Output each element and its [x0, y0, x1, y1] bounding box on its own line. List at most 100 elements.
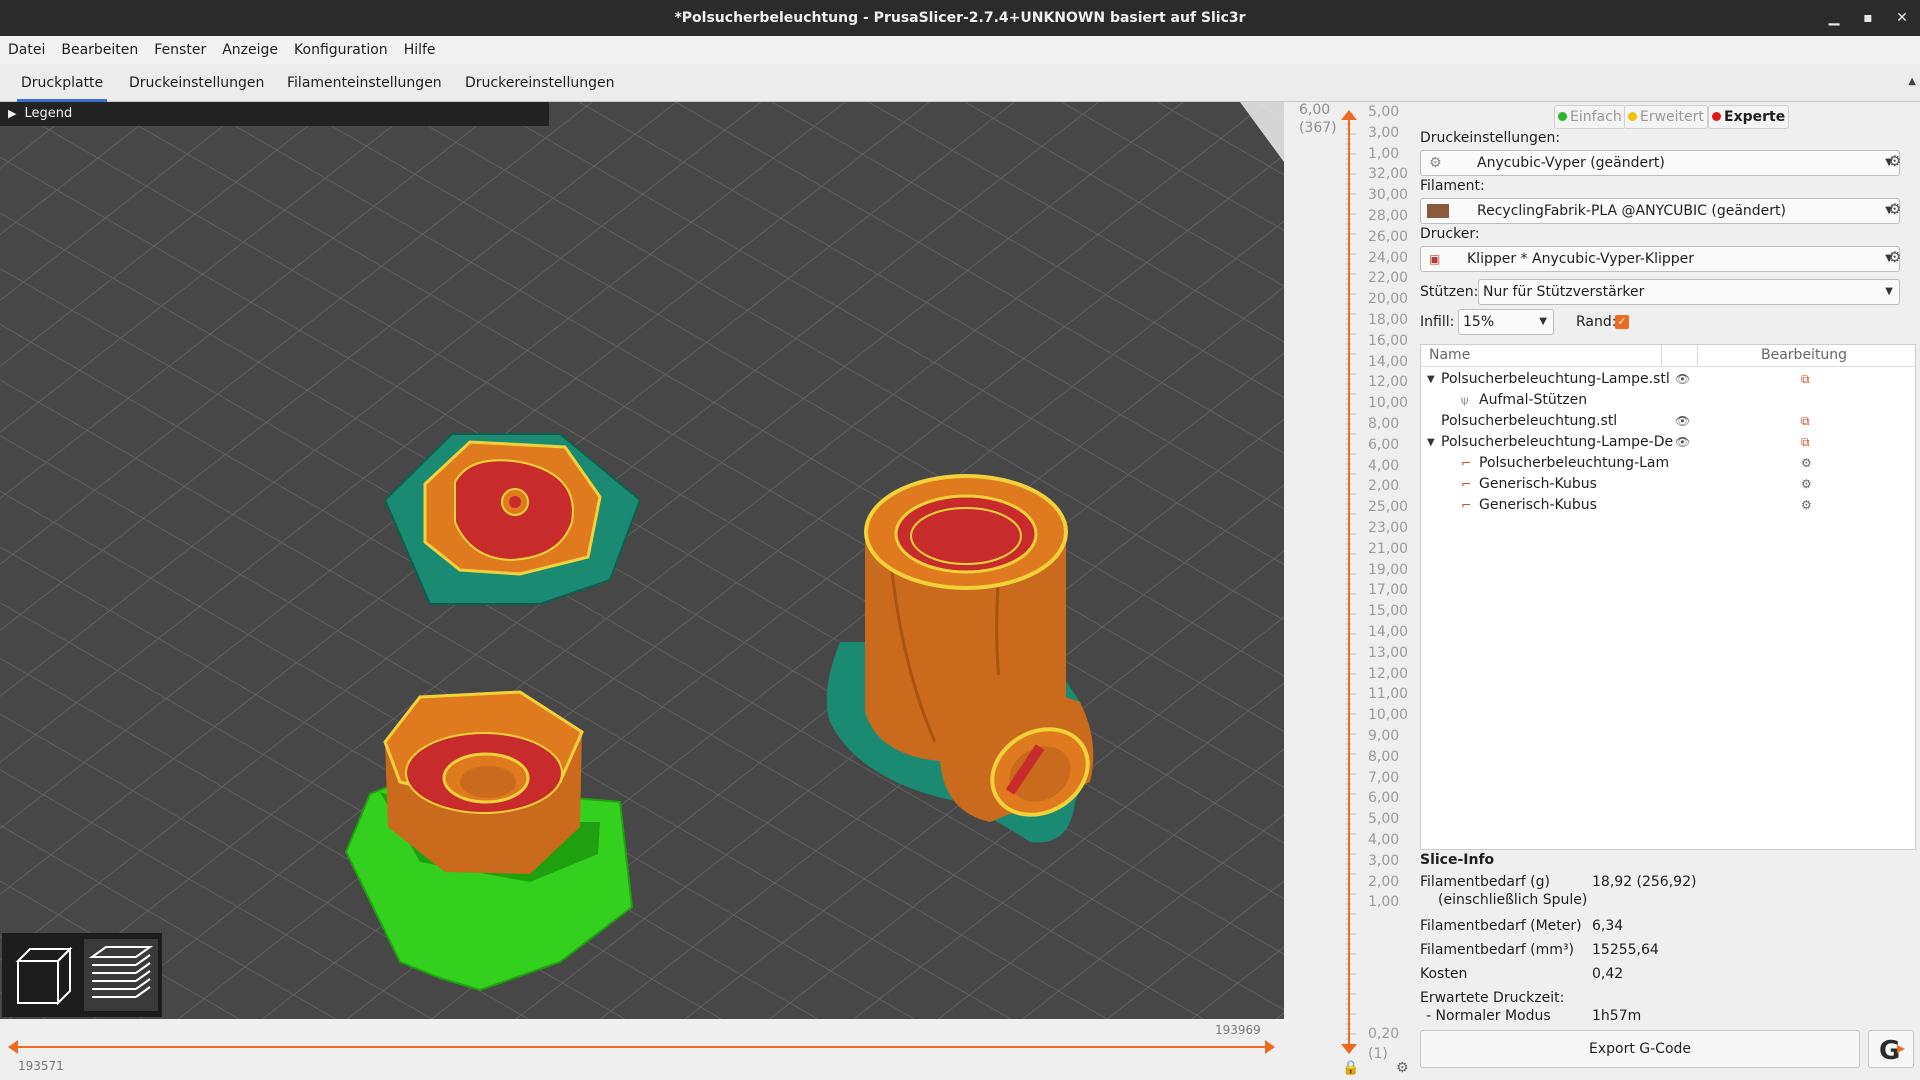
layer-tick-label: 6,00: [1368, 790, 1400, 807]
layer-top-thumb[interactable]: [1341, 110, 1357, 120]
normal-mode-value: 1h57m: [1592, 1008, 1642, 1024]
list-item[interactable]: ⌐ Generisch-Kubus ⚙: [1421, 495, 1915, 516]
tab-druckplatte[interactable]: Druckplatte: [17, 64, 108, 102]
mode-expert-button[interactable]: Experte: [1708, 105, 1790, 129]
eye-icon[interactable]: 👁: [1675, 411, 1690, 432]
object-settings-icon[interactable]: ⧉: [1801, 369, 1810, 390]
object-settings-icon[interactable]: ⧉: [1801, 411, 1810, 432]
printer-select[interactable]: ▣ Klipper * Anycubic-Vyper-Klipper ▼: [1420, 246, 1900, 272]
legend-toggle[interactable]: ▶ Legend: [0, 102, 549, 126]
filament-weight-note: (einschließlich Spule): [1438, 892, 1588, 908]
filament-label: Filament:: [1420, 178, 1485, 194]
export-gcode-button[interactable]: Export G-Code: [1420, 1030, 1860, 1068]
filament-volume-label: Filamentbedarf (mm³): [1420, 942, 1574, 958]
window-title: *Polsucherbeleuchtung - PrusaSlicer-2.7.…: [674, 10, 1246, 26]
tab-druckeinstellungen[interactable]: Druckeinstellungen: [125, 64, 268, 102]
part-icon: ⌐: [1461, 498, 1472, 512]
mode-simple-button[interactable]: Einfach: [1554, 105, 1626, 129]
layer-slider-track[interactable]: [1348, 114, 1350, 1044]
mode-advanced-button[interactable]: Erweitert: [1624, 105, 1708, 129]
layer-top-number: (367): [1299, 120, 1337, 136]
menu-anzeige[interactable]: Anzeige: [214, 36, 286, 64]
tab-filamenteinstellungen[interactable]: Filamenteinstellungen: [283, 64, 446, 102]
list-item[interactable]: Polsucherbeleuchtung.stl 👁 ⧉: [1421, 411, 1915, 432]
tab-druckereinstellungen[interactable]: Druckereinstellungen: [461, 64, 618, 102]
print-settings-select[interactable]: ⚙ Anycubic-Vyper (geändert) ▼: [1420, 150, 1900, 176]
paint-supports-icon: ⍦: [1461, 393, 1469, 407]
column-name-header[interactable]: Name: [1429, 347, 1470, 363]
list-item[interactable]: ⌐ Generisch-Kubus ⚙: [1421, 474, 1915, 495]
filament-select[interactable]: RecyclingFabrik-PLA @ANYCUBIC (geändert)…: [1420, 198, 1900, 224]
menu-konfiguration[interactable]: Konfiguration: [286, 36, 396, 64]
slider-left-thumb[interactable]: [8, 1040, 18, 1054]
gcode-icon: G: [1879, 1036, 1905, 1066]
layer-tick-label: 16,00: [1368, 332, 1409, 349]
menu-datei[interactable]: Datei: [0, 36, 53, 64]
3d-view-button[interactable]: [8, 939, 82, 1011]
eye-icon[interactable]: 👁: [1675, 369, 1690, 390]
menu-fenster[interactable]: Fenster: [146, 36, 214, 64]
list-item[interactable]: ▼ Polsucherbeleuchtung-Lampe-De 👁 ⧉: [1421, 432, 1915, 453]
gear-icon[interactable]: ⚙: [1801, 474, 1812, 495]
filament-weight-label: Filamentbedarf (g): [1420, 874, 1550, 890]
view-toolbar: [2, 933, 162, 1017]
slider-track[interactable]: [14, 1046, 1268, 1048]
object-settings-icon[interactable]: ⧉: [1801, 432, 1810, 453]
list-item[interactable]: ▼ Polsucherbeleuchtung-Lampe.stl 👁 ⧉: [1421, 369, 1915, 390]
layer-tick-label: 3,00: [1368, 124, 1400, 141]
list-item[interactable]: ⍦ Aufmal-Stützen: [1421, 390, 1915, 411]
preview-layers-button[interactable]: [84, 939, 158, 1011]
brim-checkbox[interactable]: ✓: [1615, 315, 1629, 329]
object-list-header: Name Bearbeitung: [1421, 345, 1915, 367]
legend-label: Legend: [24, 106, 73, 121]
layer-tick-label: 28,00: [1368, 208, 1409, 224]
menu-bearbeiten[interactable]: Bearbeiten: [53, 36, 146, 64]
layer-tick-label: 8,00: [1368, 416, 1400, 432]
green-dot-icon: [1558, 112, 1567, 121]
gear-icon[interactable]: ⚙: [1801, 453, 1812, 474]
print-time-label: Erwartete Druckzeit:: [1420, 990, 1565, 1006]
part-icon: ⌐: [1461, 477, 1472, 491]
slider-right-thumb[interactable]: [1265, 1040, 1275, 1054]
horizontal-move-slider[interactable]: 193969 193571: [0, 1019, 1284, 1080]
printer-icon: ▣: [1429, 252, 1441, 266]
layer-tick-label: 25,00: [1368, 499, 1409, 516]
lock-icon[interactable]: 🔒: [1342, 1060, 1359, 1076]
gear-icon[interactable]: ⚙: [1801, 495, 1812, 516]
filament-gear-icon[interactable]: ⚙: [1888, 200, 1901, 218]
normal-mode-label: - Normaler Modus: [1426, 1008, 1551, 1024]
layers-icon: [88, 946, 154, 998]
minimize-button[interactable]: ▁: [1816, 0, 1852, 36]
layer-tick-label: 15,00: [1368, 603, 1409, 620]
list-item[interactable]: ⌐ Polsucherbeleuchtung-Lam ⚙: [1421, 453, 1915, 474]
triangle-down-icon[interactable]: ▼: [1427, 432, 1435, 453]
tab-bar: Druckplatte Druckeinstellungen Filamente…: [0, 64, 1920, 102]
infill-select[interactable]: 15% ▼: [1458, 309, 1554, 335]
sidebar-panel: Einfach Erweitert Experte Druckeinstellu…: [1416, 102, 1920, 1080]
layer-tick-label: 32,00: [1368, 166, 1409, 183]
supports-select[interactable]: Nur für Stützverstärker ▼: [1478, 279, 1900, 305]
triangle-down-icon[interactable]: ▼: [1427, 369, 1435, 390]
send-gcode-button[interactable]: G: [1868, 1030, 1914, 1068]
filament-meter-value: 6,34: [1592, 918, 1624, 934]
vertical-layer-slider[interactable]: 6,00 (367) 5,00 3,00 1,00 32,00 30,00 28,00 26…: [1284, 102, 1416, 1080]
layer-bottom-thumb[interactable]: [1341, 1044, 1357, 1054]
column-edit-header[interactable]: Bearbeitung: [1761, 347, 1847, 363]
print-settings-gear-icon[interactable]: ⚙: [1888, 152, 1901, 170]
close-button[interactable]: ✕: [1884, 0, 1920, 36]
cog-icon[interactable]: ⚙: [1396, 1060, 1409, 1076]
print-bed-grid: [0, 102, 1284, 1019]
print-settings-label: Druckeinstellungen:: [1420, 130, 1561, 146]
layer-tick-label: 12,00: [1368, 374, 1409, 391]
printer-gear-icon[interactable]: ⚙: [1888, 248, 1901, 266]
layer-tick-label: 4,00: [1368, 457, 1400, 474]
menu-hilfe[interactable]: Hilfe: [396, 36, 444, 64]
layer-tick-label: 9,00: [1368, 728, 1400, 744]
3d-preview-canvas[interactable]: ▶ Legend: [0, 102, 1284, 1019]
chevron-down-icon: ▼: [1885, 286, 1893, 297]
maximize-button[interactable]: ▪: [1850, 0, 1886, 36]
layer-tick-label: 22,00: [1368, 270, 1409, 287]
chevron-up-icon[interactable]: ▲: [1908, 76, 1916, 87]
red-dot-icon: [1712, 112, 1721, 121]
eye-icon[interactable]: 👁: [1675, 432, 1690, 453]
